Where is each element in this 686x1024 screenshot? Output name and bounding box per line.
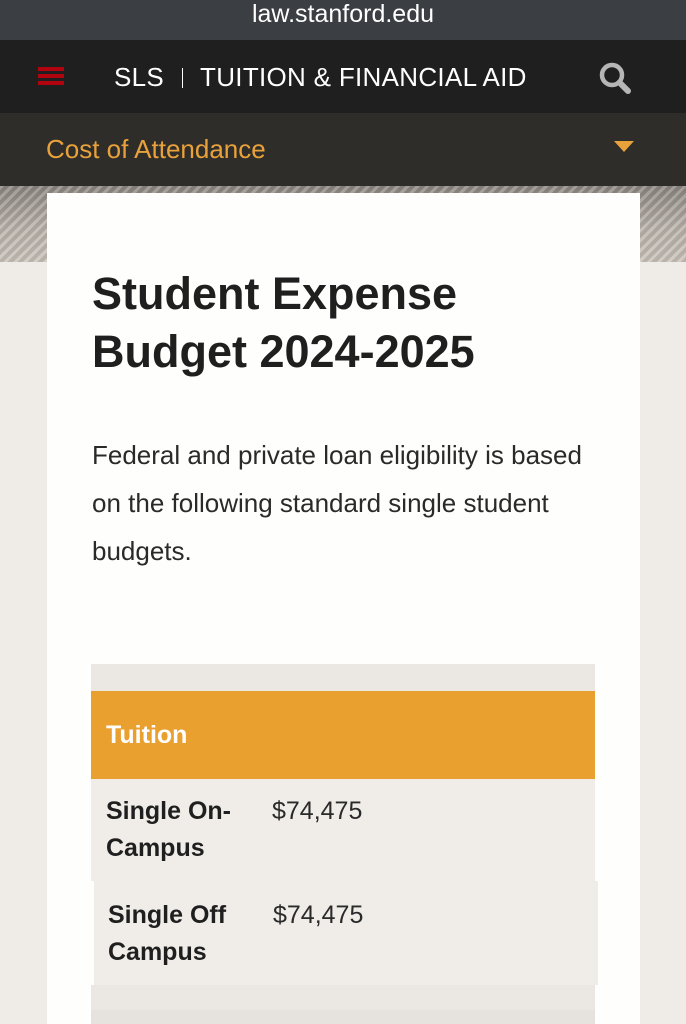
row-value: $74,475 [272,797,363,825]
section-dropdown-label: Cost of Attendance [46,134,266,164]
section-title: TUITION & FINANCIAL AID [200,62,527,92]
intro-paragraph: Federal and private loan eligibility is … [92,440,582,566]
brand-label: SLS [114,62,165,92]
hamburger-menu-icon[interactable] [38,67,64,85]
table-row: Single On-Campus $74,475 [91,779,595,881]
content-card: Student Expense Budget 2024-2025 Federal… [47,193,640,1024]
search-icon[interactable] [597,60,633,96]
table-header: Tuition [91,691,595,779]
row-value: $74,475 [273,901,364,929]
site-header: SLS TUITION & FINANCIAL AID [0,40,686,113]
title-divider [182,68,184,88]
page: law.stanford.edu SLS TUITION & FINANCIAL … [0,0,686,1024]
browser-url-bar[interactable]: law.stanford.edu [0,0,686,40]
table-row [91,1010,595,1024]
budget-table: Tuition Single On-Campus $74,475 Single … [91,664,598,1024]
table-header-label: Tuition [106,721,188,749]
row-label: Single On-Campus [106,797,231,862]
page-title: Student Expense Budget 2024-2025 [92,268,475,377]
caret-down-icon [614,141,634,152]
url-text: law.stanford.edu [251,0,435,28]
table-row: Single Off Campus $74,475 [91,881,598,985]
site-title[interactable]: SLS TUITION & FINANCIAL AID [114,62,527,92]
row-label: Single Off Campus [108,901,227,966]
section-dropdown[interactable]: Cost of Attendance [0,113,686,186]
